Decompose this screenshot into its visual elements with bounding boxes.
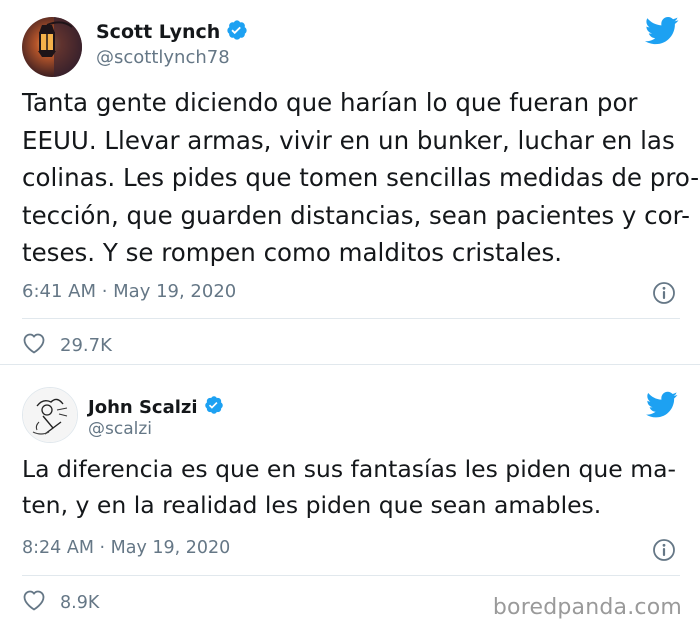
tweet-card: John Scalzi @scalzi La diferencia es que… [0, 365, 700, 628]
author-name[interactable]: Scott Lynch [96, 21, 220, 43]
tweet-text-line: teses. Y se rompen como malditos cristal… [22, 238, 563, 267]
twitter-bird-icon[interactable] [646, 391, 678, 423]
author-row: John Scalzi [88, 394, 224, 420]
like-row[interactable]: 8.9K [22, 589, 99, 616]
like-count: 29.7K [60, 335, 112, 356]
like-row[interactable]: 29.7K [22, 332, 112, 359]
tweet-timestamp[interactable]: 8:24 AM · May 19, 2020 [22, 538, 230, 558]
verified-badge-icon [204, 395, 224, 419]
heart-icon[interactable] [22, 589, 46, 616]
tweet-text-line: ten, y en la realidad les piden que sean… [22, 491, 602, 519]
lantern-avatar-image [22, 17, 82, 77]
tweet-text-line: tección, que guarden distancias, sean pa… [22, 200, 690, 230]
tweet-text-line: Tanta gente diciendo que harían lo que f… [22, 88, 638, 117]
tweet-text: Tanta gente diciendo que harían lo que f… [22, 84, 699, 272]
author-handle[interactable]: @scottlynch78 [96, 47, 230, 68]
author-row: Scott Lynch [96, 18, 248, 46]
info-icon[interactable] [652, 281, 676, 309]
tweet-timestamp[interactable]: 6:41 AM · May 19, 2020 [22, 281, 236, 302]
tweet-text-line: La diferencia es que en sus fantasías le… [22, 455, 677, 483]
tweet-card: Scott Lynch @scottlynch78 Tanta gente di… [0, 0, 700, 365]
divider [22, 318, 680, 319]
divider [22, 575, 680, 576]
verified-badge-icon [226, 19, 248, 45]
avatar[interactable] [22, 17, 82, 77]
avatar[interactable] [22, 387, 78, 443]
twitter-bird-icon[interactable] [645, 16, 679, 50]
author-handle[interactable]: @scalzi [88, 419, 152, 439]
watermark: boredpanda.com [492, 595, 682, 620]
tweet-text-line: EEUU. Llevar armas, vivir en un bunker, … [22, 125, 675, 155]
tweet-text-line: colinas. Les pides que tomen sencillas m… [22, 163, 700, 192]
info-icon[interactable] [652, 538, 676, 566]
sketch-avatar-image [23, 388, 77, 442]
tweet-text: La diferencia es que en sus fantasías le… [22, 451, 676, 523]
author-name[interactable]: John Scalzi [88, 397, 198, 418]
like-count: 8.9K [60, 592, 100, 613]
heart-icon[interactable] [22, 332, 46, 359]
